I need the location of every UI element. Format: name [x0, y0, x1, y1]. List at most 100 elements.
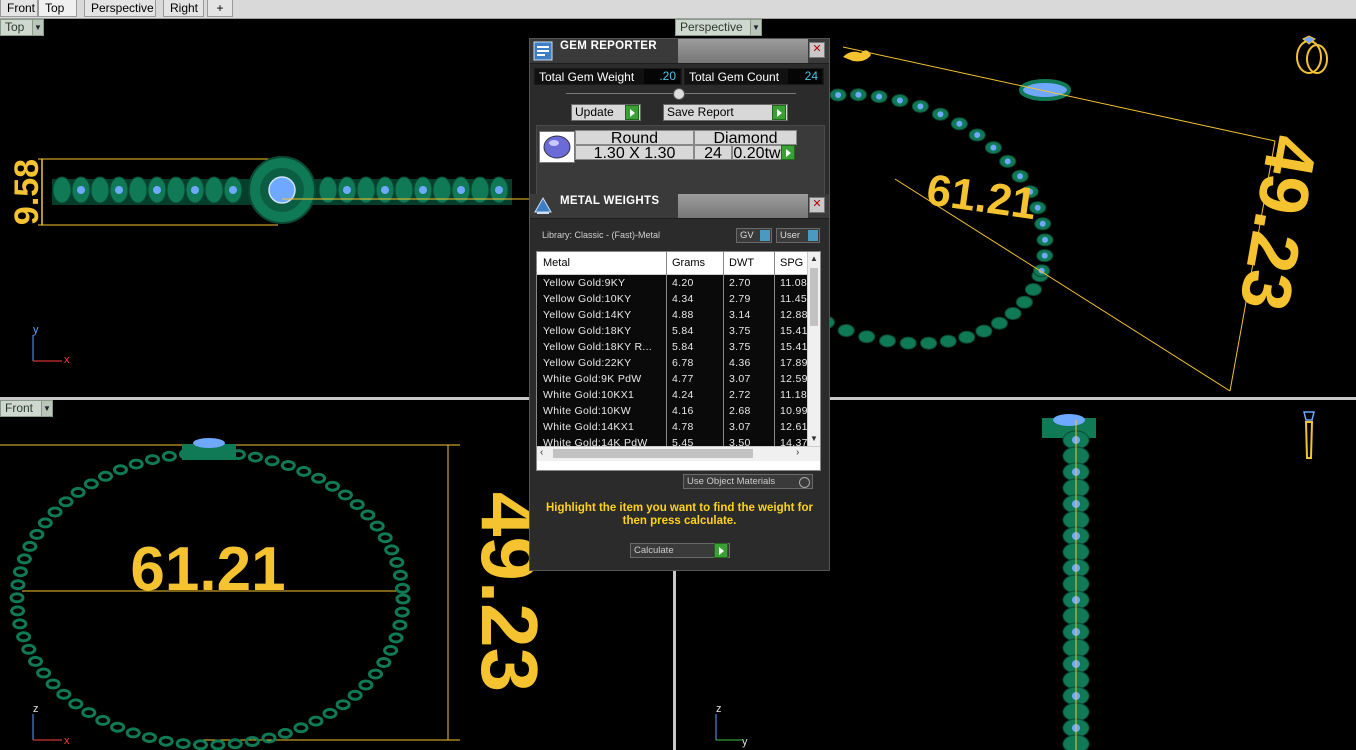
table-row[interactable]: Yellow Gold:9KY 4.20 2.70 11.08: [537, 275, 807, 292]
dwt-cell: 2.70: [729, 277, 751, 289]
tab-perspective[interactable]: Perspective: [84, 0, 156, 17]
chain-link: [384, 544, 400, 556]
slider-handle[interactable]: [673, 88, 685, 100]
scroll-thumb[interactable]: [810, 268, 818, 326]
chain-link: [264, 455, 280, 467]
calculate-button[interactable]: Calculate: [630, 543, 730, 558]
chain-link: [376, 657, 392, 668]
chevron-down-icon[interactable]: ▼: [750, 19, 762, 36]
chain-link: [125, 727, 141, 739]
table-row[interactable]: White Gold:10KW 4.16 2.68 10.99: [537, 403, 807, 420]
band-gem: [956, 120, 963, 127]
metal-cell: Yellow Gold:14KY: [543, 309, 632, 321]
gem-thumbnail[interactable]: [539, 131, 575, 163]
band-gem: [1041, 252, 1048, 259]
horizontal-scrollbar[interactable]: ‹ ›: [537, 446, 820, 461]
column-divider: [666, 252, 667, 446]
chain-link: [158, 735, 174, 747]
gv-toggle[interactable]: GV: [736, 228, 772, 243]
band-bead: [1024, 283, 1042, 296]
chevron-right-icon[interactable]: ›: [796, 447, 799, 458]
band-bead: [899, 336, 917, 350]
close-icon[interactable]: ✕: [809, 42, 825, 58]
table-row[interactable]: Yellow Gold:14KY 4.88 3.14 12.88: [537, 307, 807, 324]
ring-side-icon[interactable]: [1303, 411, 1315, 459]
chevron-left-icon[interactable]: ‹: [540, 447, 543, 458]
chain-link: [349, 499, 365, 511]
chevron-up-icon[interactable]: ▲: [810, 254, 818, 263]
chain-link: [394, 606, 410, 618]
viewport-top-label[interactable]: Top: [0, 19, 33, 36]
tab-front[interactable]: Front: [0, 0, 38, 17]
chain-link: [9, 592, 25, 604]
scroll-thumb[interactable]: [553, 449, 753, 458]
metal-cell: Yellow Gold:18KY: [543, 325, 632, 337]
table-row[interactable]: White Gold:10KX1 4.24 2.72 11.18: [537, 387, 807, 404]
table-row[interactable]: White Gold:14KX1 4.78 3.07 12.61: [537, 419, 807, 436]
viewport-perspective-label[interactable]: Perspective: [675, 19, 751, 36]
spg-cell: 12.61: [780, 421, 808, 433]
chain-link: [388, 632, 404, 644]
save-report-button[interactable]: Save Report: [663, 104, 788, 121]
viewport-front-label[interactable]: Front: [0, 400, 42, 417]
chain-link: [12, 618, 28, 630]
chain-link: [113, 464, 128, 476]
axis-x-label: x: [64, 735, 70, 747]
column-header-grams[interactable]: Grams: [672, 257, 705, 269]
chevron-down-icon[interactable]: ▼: [810, 434, 818, 443]
axis-z-label: z: [33, 703, 39, 715]
chain-link: [293, 722, 309, 734]
gem-reporter-titlebar[interactable]: GEM REPORTER ✕: [530, 39, 829, 64]
tab-right[interactable]: Right: [163, 0, 204, 17]
chain-link: [81, 707, 97, 719]
library-label: Library: Classic - (Fast)-Metal: [542, 230, 661, 240]
use-object-materials-toggle[interactable]: Use Object Materials: [683, 474, 813, 489]
metal-weights-titlebar[interactable]: METAL WEIGHTS ✕: [530, 194, 829, 219]
table-row[interactable]: Yellow Gold:18KY 5.84 3.75 15.41: [537, 323, 807, 340]
update-button[interactable]: Update: [571, 104, 641, 121]
chain-link: [70, 486, 86, 498]
user-toggle[interactable]: User: [776, 228, 820, 243]
band-gem: [77, 186, 85, 194]
band-gem: [974, 132, 981, 138]
chain-link: [58, 496, 74, 508]
table-row[interactable]: Yellow Gold:10KY 4.34 2.79 11.45: [537, 291, 807, 308]
band-bead: [879, 334, 896, 348]
column-header-metal[interactable]: Metal: [543, 257, 570, 269]
chevron-down-icon[interactable]: ▼: [32, 19, 44, 36]
chain-link: [261, 732, 277, 744]
metal-cell: Yellow Gold:18KY R...: [543, 341, 653, 353]
dimension-arrowhead: [843, 50, 871, 62]
chain-link: [22, 540, 38, 552]
band-gem: [1004, 158, 1011, 165]
ring-icon[interactable]: [1296, 35, 1328, 74]
chain-link: [47, 506, 63, 518]
chain-link: [389, 556, 405, 568]
chain-link: [308, 715, 324, 727]
gem-shape: Round: [575, 130, 694, 147]
column-header-spg[interactable]: SPG: [780, 257, 803, 269]
metal-weights-table[interactable]: Metal Grams DWT SPG Yellow Gold:9KY 4.20 2…: [536, 251, 821, 471]
table-header: Metal Grams DWT SPG: [537, 252, 807, 275]
scale-icon: [533, 196, 553, 216]
tab-top[interactable]: Top: [38, 0, 77, 17]
vertical-scrollbar[interactable]: ▲ ▼: [807, 252, 820, 446]
chain-link: [36, 667, 52, 679]
table-row[interactable]: Yellow Gold:22KY 6.78 4.36 17.89: [537, 355, 807, 372]
tab-add-button[interactable]: +: [207, 0, 233, 17]
column-header-dwt[interactable]: DWT: [729, 257, 754, 269]
column-divider: [774, 252, 775, 446]
dimension-a-text: 61.21: [130, 535, 285, 604]
chain-link: [128, 458, 144, 470]
table-row[interactable]: Yellow Gold:18KY R... 5.84 3.75 15.41: [537, 339, 807, 356]
toggle-icon: [760, 230, 770, 241]
total-gem-weight-label: Total Gem Weight: [539, 70, 635, 84]
total-gem-count-label: Total Gem Count: [689, 70, 780, 84]
table-row[interactable]: White Gold:9K PdW 4.77 3.07 12.59: [537, 371, 807, 388]
chevron-down-icon[interactable]: ▼: [41, 400, 53, 417]
close-icon[interactable]: ✕: [809, 197, 825, 213]
metal-cell: White Gold:9K PdW: [543, 373, 642, 385]
metal-weights-title: METAL WEIGHTS: [560, 195, 660, 207]
gem-row-play-icon[interactable]: [781, 145, 795, 160]
band-bead: [52, 176, 72, 204]
